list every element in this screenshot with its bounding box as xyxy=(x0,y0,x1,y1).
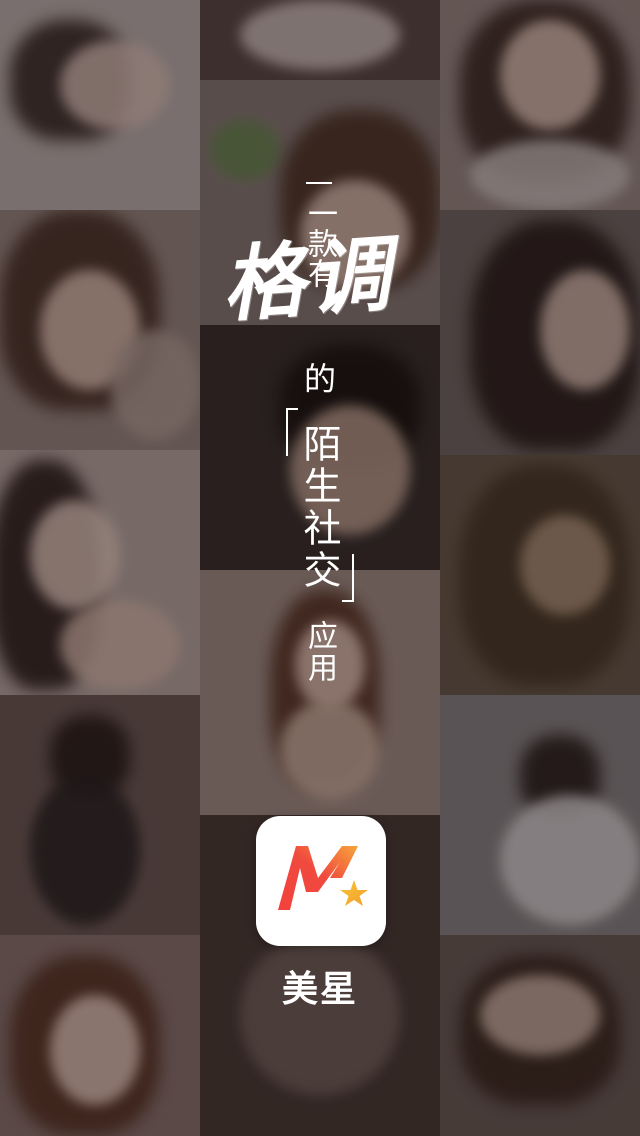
splash-screen: 一款有 格调 的 陌生社交 应用 美星 xyxy=(0,0,640,1136)
meixing-logo-svg xyxy=(278,846,368,910)
tagline-dash xyxy=(306,182,332,184)
tagline-line-4: 应用 xyxy=(302,620,337,684)
tagline-highlight: 格调 xyxy=(218,226,398,334)
tagline-bracket-close xyxy=(342,554,354,602)
tagline: 一款有 格调 的 陌生社交 应用 xyxy=(0,0,640,1136)
app-name: 美星 xyxy=(281,969,358,1010)
meixing-logo-icon xyxy=(256,816,386,946)
tagline-line-2: 的 xyxy=(299,362,337,394)
tagline-line-3: 陌生社交 xyxy=(297,424,341,592)
